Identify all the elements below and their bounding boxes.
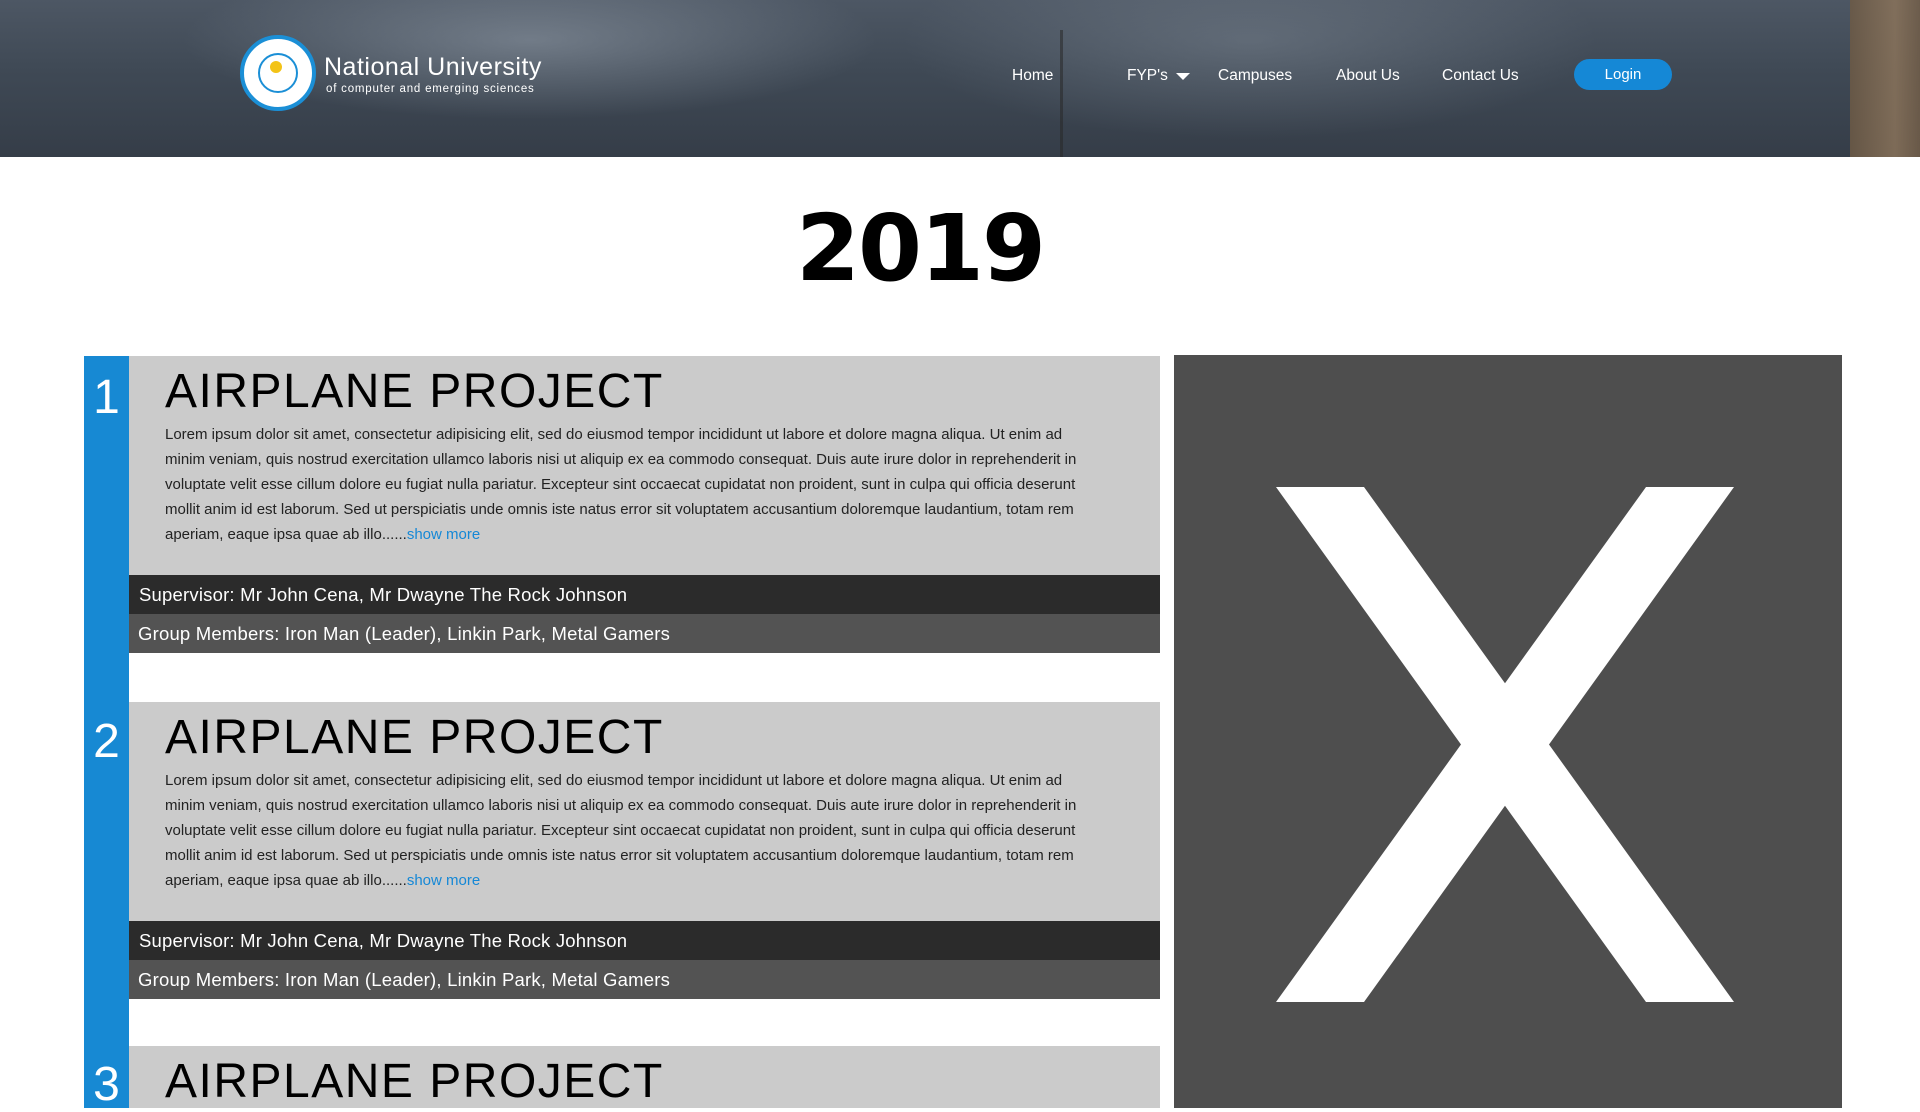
project-number: 1 <box>93 371 120 424</box>
header-background-building <box>1850 0 1920 157</box>
logo-title: National University <box>324 53 542 81</box>
description-text: Lorem ipsum dolor sit amet, consectetur … <box>165 772 1077 889</box>
header-background-crane <box>1060 30 1063 157</box>
project-title: AIRPLANE PROJECT <box>165 365 664 418</box>
login-button[interactable]: Login <box>1574 59 1672 90</box>
project-card: AIRPLANE PROJECT <box>129 1046 1160 1108</box>
site-header: National University of computer and emer… <box>0 0 1920 157</box>
emblem-inner-ring <box>258 53 298 93</box>
logo-subtitle: of computer and emerging sciences <box>326 83 535 95</box>
x-placeholder-icon <box>1276 487 1734 1002</box>
university-logo[interactable]: National University of computer and emer… <box>240 35 560 115</box>
project-image-placeholder <box>1174 355 1842 1108</box>
project-card: AIRPLANE PROJECT Lorem ipsum dolor sit a… <box>129 702 1160 921</box>
nav-campuses[interactable]: Campuses <box>1218 67 1292 85</box>
project-supervisor: Supervisor: Mr John Cena, Mr Dwayne The … <box>129 921 1160 960</box>
show-more-link[interactable]: show more <box>407 872 480 889</box>
nav-fyps[interactable]: FYP's <box>1127 67 1168 85</box>
project-title: AIRPLANE PROJECT <box>165 711 664 764</box>
caret-down-icon[interactable] <box>1176 73 1190 80</box>
nav-about-us[interactable]: About Us <box>1336 67 1400 85</box>
project-title: AIRPLANE PROJECT <box>165 1055 664 1108</box>
description-text: Lorem ipsum dolor sit amet, consectetur … <box>165 426 1077 543</box>
show-more-link[interactable]: show more <box>407 526 480 543</box>
project-number: 2 <box>93 715 120 768</box>
project-supervisor: Supervisor: Mr John Cena, Mr Dwayne The … <box>129 575 1160 614</box>
project-members: Group Members: Iron Man (Leader), Linkin… <box>129 960 1160 999</box>
project-card: AIRPLANE PROJECT Lorem ipsum dolor sit a… <box>129 356 1160 575</box>
project-description: Lorem ipsum dolor sit amet, consectetur … <box>165 422 1095 547</box>
university-emblem-icon <box>240 35 316 111</box>
project-number: 3 <box>93 1058 120 1111</box>
project-members: Group Members: Iron Man (Leader), Linkin… <box>129 614 1160 653</box>
project-description: Lorem ipsum dolor sit amet, consectetur … <box>165 768 1095 893</box>
nav-contact-us[interactable]: Contact Us <box>1442 67 1519 85</box>
year-heading: 2019 <box>795 195 1046 302</box>
nav-home[interactable]: Home <box>1012 67 1053 85</box>
